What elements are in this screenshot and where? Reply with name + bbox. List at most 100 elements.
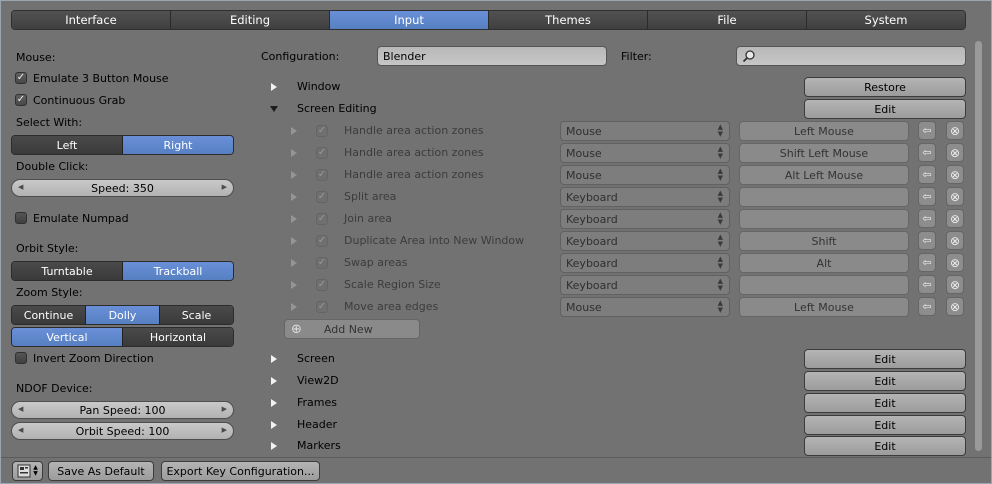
expand-arrow-icon[interactable] xyxy=(291,149,297,157)
keymap-item-key-field[interactable] xyxy=(739,187,909,207)
remove-item-button[interactable]: ⊗ xyxy=(946,209,964,228)
expand-arrow-icon[interactable] xyxy=(271,442,277,450)
screen-editing-edit-button[interactable]: Edit xyxy=(804,99,966,119)
remove-item-button[interactable]: ⊗ xyxy=(946,121,964,140)
restore-item-button[interactable]: ⇦ xyxy=(918,209,936,228)
tab-system[interactable]: System xyxy=(806,11,965,29)
keymap-item-checkbox[interactable]: ✓ xyxy=(316,147,328,159)
remove-item-button[interactable]: ⊗ xyxy=(946,187,964,206)
keymap-item-type-dropdown[interactable]: Keyboard ▲ ▼ xyxy=(560,253,730,273)
export-key-configuration-button[interactable]: Export Key Configuration... xyxy=(161,461,320,481)
expand-arrow-icon[interactable] xyxy=(291,127,297,135)
expand-arrow-icon[interactable] xyxy=(271,377,277,385)
decrement-arrow-icon[interactable]: ◀ xyxy=(18,426,23,434)
keymap-item-type-dropdown[interactable]: Keyboard ▲ ▼ xyxy=(560,209,730,229)
remove-item-button[interactable]: ⊗ xyxy=(946,231,964,250)
keymap-item-type-dropdown[interactable]: Mouse ▲ ▼ xyxy=(560,297,730,317)
zoom-vertical-button[interactable]: Vertical xyxy=(12,328,122,346)
zoom-dolly-button[interactable]: Dolly xyxy=(85,306,159,324)
keymap-item-key-field[interactable]: Left Mouse xyxy=(739,297,909,317)
select-with-right-button[interactable]: Right xyxy=(122,136,233,154)
tab-themes[interactable]: Themes xyxy=(488,11,647,29)
scrollbar[interactable] xyxy=(975,41,982,451)
expand-arrow-icon[interactable] xyxy=(271,355,277,363)
add-new-button[interactable]: ⊕ Add New xyxy=(284,319,420,339)
keymap-item-key-field[interactable]: Shift Left Mouse xyxy=(739,143,909,163)
expand-arrow-icon[interactable] xyxy=(271,421,277,429)
tab-file[interactable]: File xyxy=(647,11,806,29)
keymap-item-checkbox[interactable]: ✓ xyxy=(316,125,328,137)
zoom-scale-button[interactable]: Scale xyxy=(159,306,233,324)
orbit-speed-slider[interactable]: ◀ Orbit Speed: 100 ▶ xyxy=(11,422,234,440)
editor-type-menu[interactable]: ▲ ▼ xyxy=(12,461,43,481)
emulate-numpad-checkbox[interactable] xyxy=(15,212,27,224)
increment-arrow-icon[interactable]: ▶ xyxy=(222,183,227,191)
restore-item-button[interactable]: ⇦ xyxy=(918,187,936,206)
keymap-item-type-dropdown[interactable]: Keyboard ▲ ▼ xyxy=(560,275,730,295)
header-edit-button[interactable]: Edit xyxy=(804,415,966,435)
filter-input[interactable] xyxy=(736,46,966,66)
continuous-grab-checkbox[interactable]: ✓ xyxy=(15,94,27,106)
orbit-trackball-button[interactable]: Trackball xyxy=(122,262,233,280)
select-with-left-button[interactable]: Left xyxy=(12,136,122,154)
decrement-arrow-icon[interactable]: ◀ xyxy=(18,405,23,413)
remove-item-button[interactable]: ⊗ xyxy=(946,275,964,294)
restore-item-button[interactable]: ⇦ xyxy=(918,165,936,184)
remove-item-button[interactable]: ⊗ xyxy=(946,165,964,184)
restore-item-button[interactable]: ⇦ xyxy=(918,253,936,272)
expand-arrow-icon[interactable] xyxy=(271,83,277,91)
keymap-item-type-dropdown[interactable]: Mouse ▲ ▼ xyxy=(560,165,730,185)
zoom-horizontal-button[interactable]: Horizontal xyxy=(122,328,233,346)
decrement-arrow-icon[interactable]: ◀ xyxy=(18,183,23,191)
keymap-item-type-dropdown[interactable]: Keyboard ▲ ▼ xyxy=(560,187,730,207)
keymap-item-key-field[interactable]: Left Mouse xyxy=(739,121,909,141)
markers-edit-button[interactable]: Edit xyxy=(804,436,966,456)
zoom-continue-button[interactable]: Continue xyxy=(12,306,85,324)
expand-arrow-icon[interactable] xyxy=(291,237,297,245)
restore-item-button[interactable]: ⇦ xyxy=(918,121,936,140)
save-as-default-button[interactable]: Save As Default xyxy=(48,461,154,481)
expand-arrow-icon[interactable] xyxy=(291,281,297,289)
remove-item-button[interactable]: ⊗ xyxy=(946,253,964,272)
keymap-item-key-field[interactable]: Alt Left Mouse xyxy=(739,165,909,185)
keymap-item-checkbox[interactable]: ✓ xyxy=(316,235,328,247)
tab-interface[interactable]: Interface xyxy=(12,11,170,29)
keymap-item-checkbox[interactable]: ✓ xyxy=(316,279,328,291)
increment-arrow-icon[interactable]: ▶ xyxy=(222,426,227,434)
expand-arrow-icon[interactable] xyxy=(291,193,297,201)
double-click-speed-slider[interactable]: ◀ Speed: 350 ▶ xyxy=(11,179,234,197)
emulate-3-button-checkbox[interactable]: ✓ xyxy=(15,72,27,84)
restore-item-button[interactable]: ⇦ xyxy=(918,297,936,316)
screen-edit-button[interactable]: Edit xyxy=(804,349,966,369)
keymap-item-type-dropdown[interactable]: Mouse ▲ ▼ xyxy=(560,121,730,141)
restore-item-button[interactable]: ⇦ xyxy=(918,143,936,162)
keymap-item-type-dropdown[interactable]: Mouse ▲ ▼ xyxy=(560,143,730,163)
restore-item-button[interactable]: ⇦ xyxy=(918,275,936,294)
configuration-dropdown[interactable]: Blender xyxy=(377,46,607,66)
keymap-item-type-dropdown[interactable]: Keyboard ▲ ▼ xyxy=(560,231,730,251)
keymap-item-key-field[interactable]: Shift xyxy=(739,231,909,251)
remove-item-button[interactable]: ⊗ xyxy=(946,143,964,162)
view2d-edit-button[interactable]: Edit xyxy=(804,371,966,391)
expand-arrow-icon[interactable] xyxy=(271,399,277,407)
increment-arrow-icon[interactable]: ▶ xyxy=(222,405,227,413)
keymap-item-checkbox[interactable]: ✓ xyxy=(316,301,328,313)
expand-arrow-icon[interactable] xyxy=(291,215,297,223)
keymap-item-key-field[interactable] xyxy=(739,209,909,229)
tab-editing[interactable]: Editing xyxy=(170,11,329,29)
frames-edit-button[interactable]: Edit xyxy=(804,393,966,413)
expand-arrow-icon[interactable] xyxy=(291,259,297,267)
pan-speed-slider[interactable]: ◀ Pan Speed: 100 ▶ xyxy=(11,401,234,419)
keymap-item-checkbox[interactable]: ✓ xyxy=(316,191,328,203)
keymap-item-key-field[interactable]: Alt xyxy=(739,253,909,273)
tab-input[interactable]: Input xyxy=(329,11,488,29)
keymap-item-checkbox[interactable]: ✓ xyxy=(316,257,328,269)
restore-button[interactable]: Restore xyxy=(804,77,966,97)
restore-item-button[interactable]: ⇦ xyxy=(918,231,936,250)
keymap-item-checkbox[interactable]: ✓ xyxy=(316,213,328,225)
keymap-item-checkbox[interactable]: ✓ xyxy=(316,169,328,181)
expand-arrow-icon[interactable] xyxy=(291,303,297,311)
invert-zoom-checkbox[interactable] xyxy=(15,352,27,364)
keymap-item-key-field[interactable] xyxy=(739,275,909,295)
collapse-arrow-icon[interactable] xyxy=(270,106,278,112)
